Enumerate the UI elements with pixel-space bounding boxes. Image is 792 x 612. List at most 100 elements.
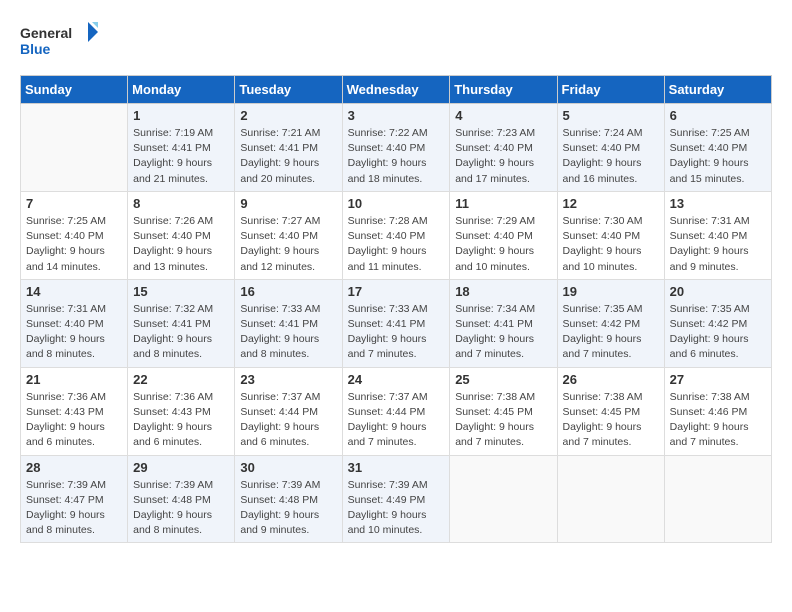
calendar-header-thursday: Thursday xyxy=(450,76,557,104)
calendar-cell: 8 Sunrise: 7:26 AMSunset: 4:40 PMDaylight… xyxy=(128,191,235,279)
day-number: 7 xyxy=(26,196,122,211)
day-info: Sunrise: 7:38 AMSunset: 4:46 PMDaylight:… xyxy=(670,390,766,451)
day-number: 4 xyxy=(455,108,551,123)
calendar-cell: 11 Sunrise: 7:29 AMSunset: 4:40 PMDayligh… xyxy=(450,191,557,279)
logo: General Blue xyxy=(20,20,100,65)
calendar-header-saturday: Saturday xyxy=(664,76,771,104)
svg-text:General: General xyxy=(20,25,72,41)
day-number: 31 xyxy=(348,460,445,475)
calendar-cell xyxy=(450,455,557,543)
day-number: 2 xyxy=(240,108,336,123)
calendar-cell: 24 Sunrise: 7:37 AMSunset: 4:44 PMDayligh… xyxy=(342,367,450,455)
calendar-cell: 5 Sunrise: 7:24 AMSunset: 4:40 PMDaylight… xyxy=(557,104,664,192)
calendar-cell: 23 Sunrise: 7:37 AMSunset: 4:44 PMDayligh… xyxy=(235,367,342,455)
calendar-cell: 26Sunrise: 7:38 AMSunset: 4:45 PMDayligh… xyxy=(557,367,664,455)
day-info: Sunrise: 7:21 AMSunset: 4:41 PMDaylight:… xyxy=(240,126,336,187)
day-number: 15 xyxy=(133,284,229,299)
day-info: Sunrise: 7:27 AMSunset: 4:40 PMDaylight:… xyxy=(240,214,336,275)
calendar-cell: 22Sunrise: 7:36 AMSunset: 4:43 PMDayligh… xyxy=(128,367,235,455)
day-number: 30 xyxy=(240,460,336,475)
day-info: Sunrise: 7:39 AMSunset: 4:49 PMDaylight:… xyxy=(348,478,445,539)
day-info: Sunrise: 7:37 AMSunset: 4:44 PMDaylight:… xyxy=(348,390,445,451)
svg-text:Blue: Blue xyxy=(20,41,51,57)
day-number: 25 xyxy=(455,372,551,387)
calendar-cell: 3 Sunrise: 7:22 AMSunset: 4:40 PMDaylight… xyxy=(342,104,450,192)
day-number: 6 xyxy=(670,108,766,123)
calendar: SundayMondayTuesdayWednesdayThursdayFrid… xyxy=(20,75,772,543)
day-number: 16 xyxy=(240,284,336,299)
calendar-cell xyxy=(664,455,771,543)
day-number: 13 xyxy=(670,196,766,211)
calendar-week-row: 1 Sunrise: 7:19 AMSunset: 4:41 PMDaylight… xyxy=(21,104,772,192)
calendar-header-monday: Monday xyxy=(128,76,235,104)
day-number: 21 xyxy=(26,372,122,387)
day-number: 29 xyxy=(133,460,229,475)
calendar-cell: 31 Sunrise: 7:39 AMSunset: 4:49 PMDayligh… xyxy=(342,455,450,543)
day-info: Sunrise: 7:36 AMSunset: 4:43 PMDaylight:… xyxy=(133,390,229,451)
logo-icon: General Blue xyxy=(20,20,100,65)
day-number: 14 xyxy=(26,284,122,299)
calendar-cell: 20 Sunrise: 7:35 AMSunset: 4:42 PMDayligh… xyxy=(664,279,771,367)
day-number: 9 xyxy=(240,196,336,211)
calendar-cell: 30 Sunrise: 7:39 AMSunset: 4:48 PMDayligh… xyxy=(235,455,342,543)
calendar-cell: 2 Sunrise: 7:21 AMSunset: 4:41 PMDaylight… xyxy=(235,104,342,192)
calendar-week-row: 21 Sunrise: 7:36 AMSunset: 4:43 PMDayligh… xyxy=(21,367,772,455)
calendar-cell: 29Sunrise: 7:39 AMSunset: 4:48 PMDayligh… xyxy=(128,455,235,543)
day-info: Sunrise: 7:24 AMSunset: 4:40 PMDaylight:… xyxy=(563,126,659,187)
day-info: Sunrise: 7:31 AMSunset: 4:40 PMDaylight:… xyxy=(670,214,766,275)
day-info: Sunrise: 7:33 AMSunset: 4:41 PMDaylight:… xyxy=(240,302,336,363)
day-number: 11 xyxy=(455,196,551,211)
day-info: Sunrise: 7:39 AMSunset: 4:47 PMDaylight:… xyxy=(26,478,122,539)
calendar-cell: 25Sunrise: 7:38 AMSunset: 4:45 PMDayligh… xyxy=(450,367,557,455)
day-info: Sunrise: 7:25 AMSunset: 4:40 PMDaylight:… xyxy=(26,214,122,275)
calendar-cell: 13 Sunrise: 7:31 AMSunset: 4:40 PMDayligh… xyxy=(664,191,771,279)
calendar-cell: 14 Sunrise: 7:31 AMSunset: 4:40 PMDayligh… xyxy=(21,279,128,367)
calendar-cell: 12 Sunrise: 7:30 AMSunset: 4:40 PMDayligh… xyxy=(557,191,664,279)
day-info: Sunrise: 7:31 AMSunset: 4:40 PMDaylight:… xyxy=(26,302,122,363)
day-number: 1 xyxy=(133,108,229,123)
day-info: Sunrise: 7:19 AMSunset: 4:41 PMDaylight:… xyxy=(133,126,229,187)
calendar-header-wednesday: Wednesday xyxy=(342,76,450,104)
day-info: Sunrise: 7:37 AMSunset: 4:44 PMDaylight:… xyxy=(240,390,336,451)
day-number: 12 xyxy=(563,196,659,211)
day-info: Sunrise: 7:38 AMSunset: 4:45 PMDaylight:… xyxy=(563,390,659,451)
calendar-cell: 27Sunrise: 7:38 AMSunset: 4:46 PMDayligh… xyxy=(664,367,771,455)
day-info: Sunrise: 7:32 AMSunset: 4:41 PMDaylight:… xyxy=(133,302,229,363)
day-number: 8 xyxy=(133,196,229,211)
calendar-cell xyxy=(557,455,664,543)
calendar-cell: 28 Sunrise: 7:39 AMSunset: 4:47 PMDayligh… xyxy=(21,455,128,543)
calendar-cell: 9 Sunrise: 7:27 AMSunset: 4:40 PMDaylight… xyxy=(235,191,342,279)
header: General Blue xyxy=(20,20,772,65)
day-info: Sunrise: 7:23 AMSunset: 4:40 PMDaylight:… xyxy=(455,126,551,187)
day-info: Sunrise: 7:22 AMSunset: 4:40 PMDaylight:… xyxy=(348,126,445,187)
day-info: Sunrise: 7:26 AMSunset: 4:40 PMDaylight:… xyxy=(133,214,229,275)
day-number: 20 xyxy=(670,284,766,299)
calendar-cell: 17Sunrise: 7:33 AMSunset: 4:41 PMDayligh… xyxy=(342,279,450,367)
calendar-cell: 21 Sunrise: 7:36 AMSunset: 4:43 PMDayligh… xyxy=(21,367,128,455)
calendar-cell: 16 Sunrise: 7:33 AMSunset: 4:41 PMDayligh… xyxy=(235,279,342,367)
calendar-week-row: 28 Sunrise: 7:39 AMSunset: 4:47 PMDayligh… xyxy=(21,455,772,543)
day-info: Sunrise: 7:28 AMSunset: 4:40 PMDaylight:… xyxy=(348,214,445,275)
calendar-cell: 7 Sunrise: 7:25 AMSunset: 4:40 PMDaylight… xyxy=(21,191,128,279)
calendar-cell: 19Sunrise: 7:35 AMSunset: 4:42 PMDayligh… xyxy=(557,279,664,367)
calendar-header-friday: Friday xyxy=(557,76,664,104)
day-number: 24 xyxy=(348,372,445,387)
calendar-cell: 4 Sunrise: 7:23 AMSunset: 4:40 PMDaylight… xyxy=(450,104,557,192)
calendar-cell: 10 Sunrise: 7:28 AMSunset: 4:40 PMDayligh… xyxy=(342,191,450,279)
day-info: Sunrise: 7:34 AMSunset: 4:41 PMDaylight:… xyxy=(455,302,551,363)
day-info: Sunrise: 7:29 AMSunset: 4:40 PMDaylight:… xyxy=(455,214,551,275)
day-info: Sunrise: 7:30 AMSunset: 4:40 PMDaylight:… xyxy=(563,214,659,275)
day-number: 19 xyxy=(563,284,659,299)
day-info: Sunrise: 7:35 AMSunset: 4:42 PMDaylight:… xyxy=(670,302,766,363)
day-info: Sunrise: 7:39 AMSunset: 4:48 PMDaylight:… xyxy=(240,478,336,539)
day-number: 10 xyxy=(348,196,445,211)
calendar-week-row: 7 Sunrise: 7:25 AMSunset: 4:40 PMDaylight… xyxy=(21,191,772,279)
calendar-cell: 15 Sunrise: 7:32 AMSunset: 4:41 PMDayligh… xyxy=(128,279,235,367)
day-number: 23 xyxy=(240,372,336,387)
calendar-cell xyxy=(21,104,128,192)
day-number: 3 xyxy=(348,108,445,123)
day-number: 17 xyxy=(348,284,445,299)
day-info: Sunrise: 7:36 AMSunset: 4:43 PMDaylight:… xyxy=(26,390,122,451)
day-number: 28 xyxy=(26,460,122,475)
day-number: 5 xyxy=(563,108,659,123)
